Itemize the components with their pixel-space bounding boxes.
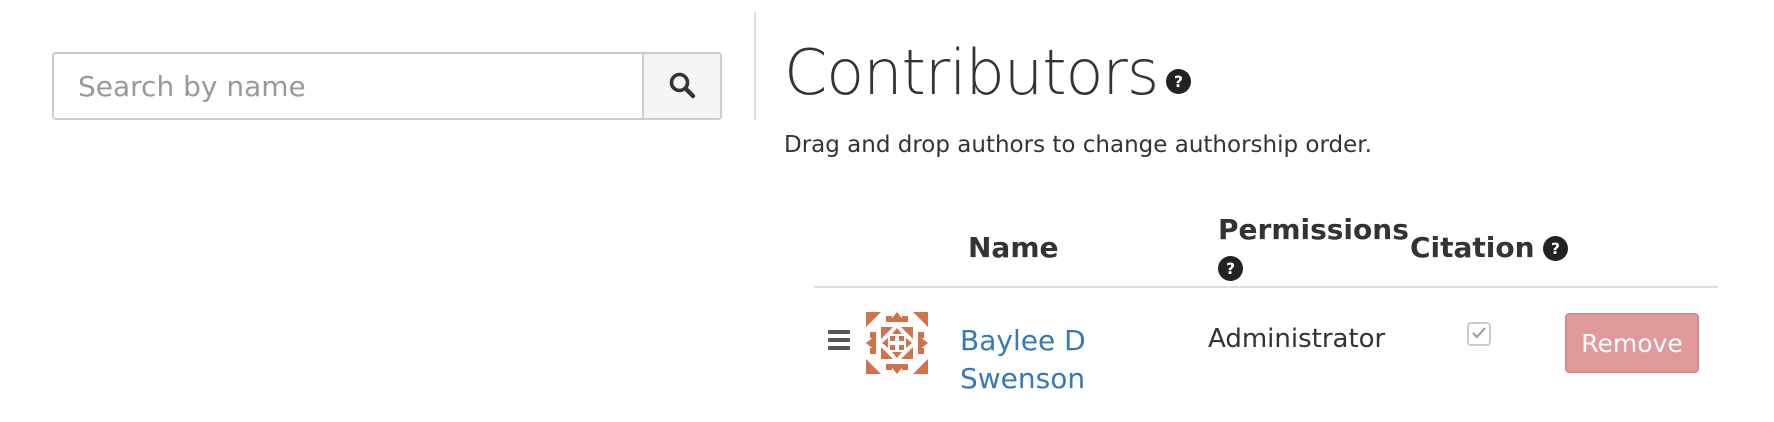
svg-text:?: ?	[1226, 260, 1235, 278]
page: Contributors ? Drag and drop authors to …	[0, 0, 1774, 422]
question-circle-icon[interactable]: ?	[1218, 256, 1243, 281]
question-circle-icon[interactable]: ?	[1542, 235, 1568, 261]
panel-divider	[754, 12, 756, 120]
checkmark-icon	[1471, 325, 1487, 344]
svg-text:?: ?	[1174, 74, 1183, 92]
page-subtitle: Drag and drop authors to change authorsh…	[784, 132, 1372, 158]
search-icon	[668, 71, 696, 102]
contributor-name-line1: Baylee D	[960, 324, 1086, 357]
remove-button[interactable]: Remove	[1565, 313, 1699, 373]
avatar	[866, 312, 928, 374]
page-title: Contributors	[784, 36, 1159, 109]
drag-handle-icon[interactable]	[828, 330, 850, 350]
svg-text:?: ?	[1551, 240, 1560, 258]
search-group	[52, 52, 722, 120]
citation-checkbox[interactable]	[1467, 322, 1491, 346]
column-header-citation-label: Citation	[1410, 231, 1535, 264]
title-row: Contributors ?	[784, 36, 1192, 110]
permission-value: Administrator	[1208, 324, 1386, 354]
question-circle-icon[interactable]: ?	[1166, 69, 1192, 95]
search-input[interactable]	[54, 54, 642, 118]
contributor-name-link[interactable]: Baylee D Swenson	[960, 322, 1140, 398]
search-button[interactable]	[642, 54, 720, 118]
column-header-citation: Citation ?	[1410, 230, 1568, 266]
column-header-permissions: Permissions	[1218, 213, 1409, 246]
contributor-name-line2: Swenson	[960, 362, 1086, 395]
column-header-name: Name	[968, 231, 1059, 264]
table-header-divider	[814, 286, 1718, 288]
